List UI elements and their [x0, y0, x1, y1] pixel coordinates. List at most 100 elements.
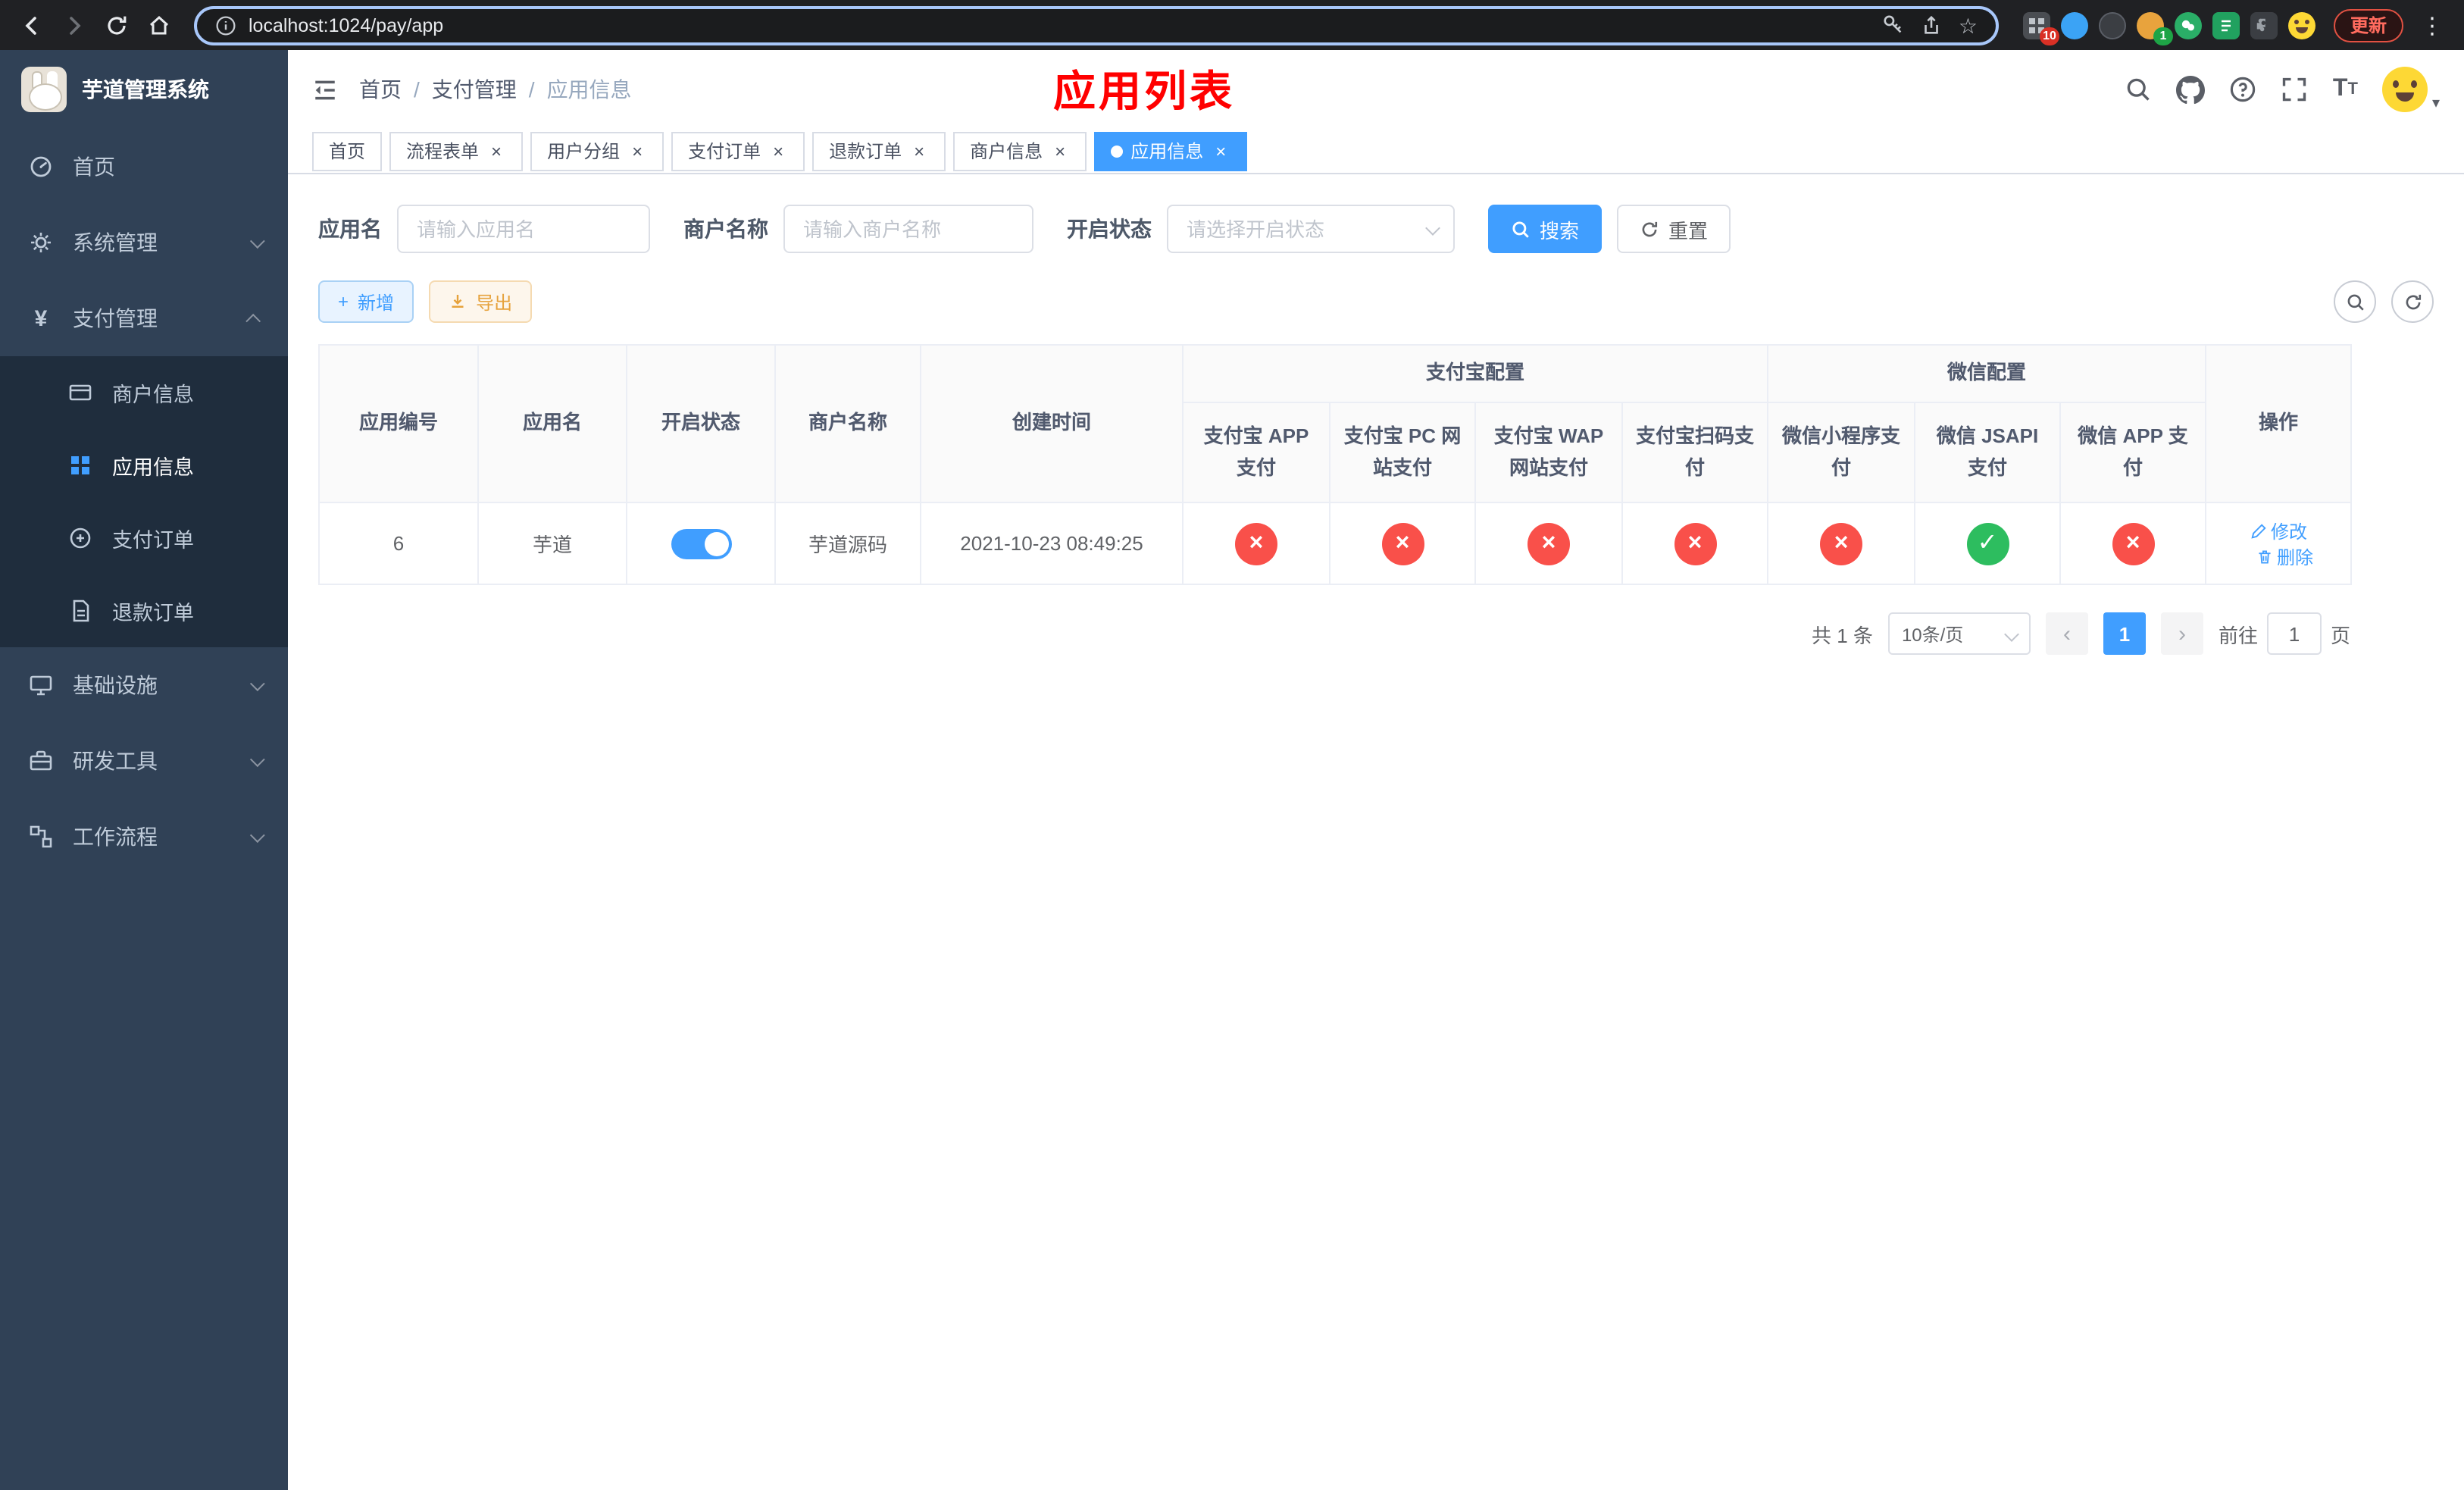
- next-page-button[interactable]: ›: [2160, 612, 2203, 655]
- help-icon[interactable]: [2230, 76, 2257, 103]
- breadcrumb-payment[interactable]: 支付管理: [432, 74, 517, 105]
- address-bar[interactable]: localhost:1024/pay/app ☆: [194, 5, 1999, 45]
- share-icon[interactable]: [1921, 14, 1943, 36]
- tab-user-group[interactable]: 用户分组 ×: [530, 131, 664, 171]
- payment-submenu: 商户信息 应用信息 支付订单 退款订单: [0, 356, 288, 647]
- col-header-alipay-pc: 支付宝 PC 网站支付: [1329, 402, 1476, 503]
- tab-merchant-info[interactable]: 商户信息 ×: [953, 131, 1087, 171]
- col-header-ops: 操作: [2205, 344, 2353, 503]
- chevron-down-icon: [249, 233, 265, 249]
- github-icon[interactable]: [2176, 75, 2206, 104]
- sidebar-item-refund-orders[interactable]: 退款订单: [0, 574, 288, 647]
- search-button[interactable]: 搜索: [1488, 205, 1603, 253]
- back-icon[interactable]: [12, 5, 52, 45]
- extension-badge: 1: [2153, 27, 2173, 45]
- delete-button[interactable]: 删除: [2256, 543, 2313, 569]
- dark-extension-icon[interactable]: [2098, 11, 2126, 39]
- status-cross-icon: ×: [1674, 522, 1716, 565]
- sidebar-menu: 首页 系统管理 ¥ 支付管理 商户信息 应用信息 支付订单 退款订单 基础设施 …: [0, 129, 288, 1490]
- font-size-icon[interactable]: TT: [2333, 77, 2358, 102]
- order-icon: [67, 526, 94, 550]
- site-info-icon[interactable]: [215, 14, 236, 36]
- wechat-extension-icon[interactable]: [2174, 11, 2202, 39]
- search-form: 应用名 商户名称 开启状态: [318, 205, 2434, 253]
- merchant-name-input[interactable]: [783, 205, 1033, 253]
- search-icon[interactable]: [2125, 76, 2153, 103]
- status-cross-icon: ×: [1527, 522, 1570, 565]
- blue-extension-icon[interactable]: [2060, 11, 2088, 39]
- sidebar-item-payment[interactable]: ¥ 支付管理: [0, 280, 288, 356]
- page-number-1[interactable]: 1: [2103, 612, 2146, 655]
- status-select-input[interactable]: [1167, 205, 1455, 253]
- add-button[interactable]: + 新增: [318, 280, 414, 323]
- edit-button[interactable]: 修改: [2250, 518, 2307, 543]
- tab-refund-orders[interactable]: 退款订单 ×: [812, 131, 946, 171]
- pagination: 共 1 条 10条/页 ‹ 1 › 前往 页: [318, 612, 2350, 655]
- page-size-select[interactable]: 10条/页: [1887, 612, 2031, 655]
- enable-toggle[interactable]: [671, 528, 731, 559]
- merchant-name-label: 商户名称: [683, 217, 768, 241]
- tab-app-info[interactable]: 应用信息 ×: [1094, 131, 1248, 171]
- sidebar-item-label: 首页: [73, 155, 115, 179]
- toolbox-icon: [27, 749, 55, 773]
- close-icon[interactable]: ×: [909, 141, 929, 161]
- browser-menu-icon[interactable]: ⋮: [2412, 5, 2452, 45]
- cell-alipay-app: ×: [1182, 502, 1330, 585]
- close-icon[interactable]: ×: [768, 141, 788, 161]
- status-cross-icon: ×: [2112, 522, 2155, 565]
- app-name-input[interactable]: [397, 205, 650, 253]
- close-icon[interactable]: ×: [1050, 141, 1070, 161]
- tab-pay-orders[interactable]: 支付订单 ×: [671, 131, 805, 171]
- gear-icon: [27, 230, 55, 255]
- close-icon[interactable]: ×: [627, 141, 647, 161]
- tags-view-bar: 首页 流程表单 × 用户分组 × 支付订单 × 退款订单 × 商户信息 × 应用信息 ×: [288, 129, 2464, 174]
- close-icon[interactable]: ×: [486, 141, 506, 161]
- toggle-search-button[interactable]: [2334, 280, 2376, 323]
- status-cross-icon: ×: [1820, 522, 1863, 565]
- fullscreen-icon[interactable]: [2281, 76, 2309, 103]
- puzzle-extension-icon[interactable]: [2250, 11, 2278, 39]
- col-header-alipay-scan: 支付宝扫码支付: [1621, 402, 1769, 503]
- app-title: 芋道管理系统: [82, 77, 209, 102]
- cell-app-name: 芋道: [477, 502, 627, 585]
- sidebar-item-home[interactable]: 首页: [0, 129, 288, 205]
- close-icon[interactable]: ×: [1211, 141, 1230, 161]
- sidebar-collapse-icon[interactable]: [312, 77, 338, 102]
- tab-home[interactable]: 首页: [312, 131, 383, 171]
- browser-chrome: localhost:1024/pay/app ☆ 10 1 更新 ⋮: [0, 0, 2464, 50]
- notes-extension-icon[interactable]: [2212, 11, 2240, 39]
- cell-ops: 修改 删除: [2205, 502, 2353, 585]
- emoji-extension-icon[interactable]: [2287, 11, 2315, 39]
- browser-update-button[interactable]: 更新: [2333, 8, 2403, 42]
- sidebar-item-pay-orders[interactable]: 支付订单: [0, 502, 288, 574]
- bookmark-star-icon[interactable]: ☆: [1959, 14, 1978, 36]
- export-button[interactable]: 导出: [429, 280, 533, 323]
- cell-status: [626, 502, 776, 585]
- tab-grid-extension-icon[interactable]: 10: [2022, 11, 2059, 45]
- home-icon[interactable]: [139, 5, 179, 45]
- goto-page-input[interactable]: [2266, 612, 2322, 655]
- password-key-icon[interactable]: [1883, 14, 1906, 36]
- cell-wechat-app: ×: [2059, 502, 2207, 585]
- col-header-app-id: 应用编号: [318, 344, 479, 503]
- cell-alipay-scan: ×: [1621, 502, 1769, 585]
- sidebar-item-dev-tools[interactable]: 研发工具: [0, 723, 288, 799]
- tab-process-form[interactable]: 流程表单 ×: [389, 131, 524, 171]
- user-avatar[interactable]: ▾: [2381, 67, 2440, 112]
- sidebar-item-merchant-info[interactable]: 商户信息: [0, 356, 288, 429]
- reset-button[interactable]: 重置: [1617, 205, 1731, 253]
- status-select[interactable]: [1167, 205, 1455, 253]
- sidebar-item-infrastructure[interactable]: 基础设施: [0, 647, 288, 723]
- reload-icon[interactable]: [97, 5, 136, 45]
- prev-page-button[interactable]: ‹: [2045, 612, 2088, 655]
- forward-icon[interactable]: [55, 5, 94, 45]
- breadcrumb-home[interactable]: 首页: [359, 74, 402, 105]
- sidebar-item-label: 基础设施: [73, 673, 158, 697]
- sidebar-item-label: 商户信息: [112, 383, 194, 406]
- sidebar-item-system[interactable]: 系统管理: [0, 205, 288, 280]
- chevron-down-icon: [2004, 627, 2019, 642]
- sidebar-item-workflow[interactable]: 工作流程: [0, 799, 288, 875]
- refresh-table-button[interactable]: [2391, 280, 2434, 323]
- sidebar-item-app-info[interactable]: 应用信息: [0, 429, 288, 502]
- avatar-extension-icon[interactable]: 1: [2136, 11, 2173, 45]
